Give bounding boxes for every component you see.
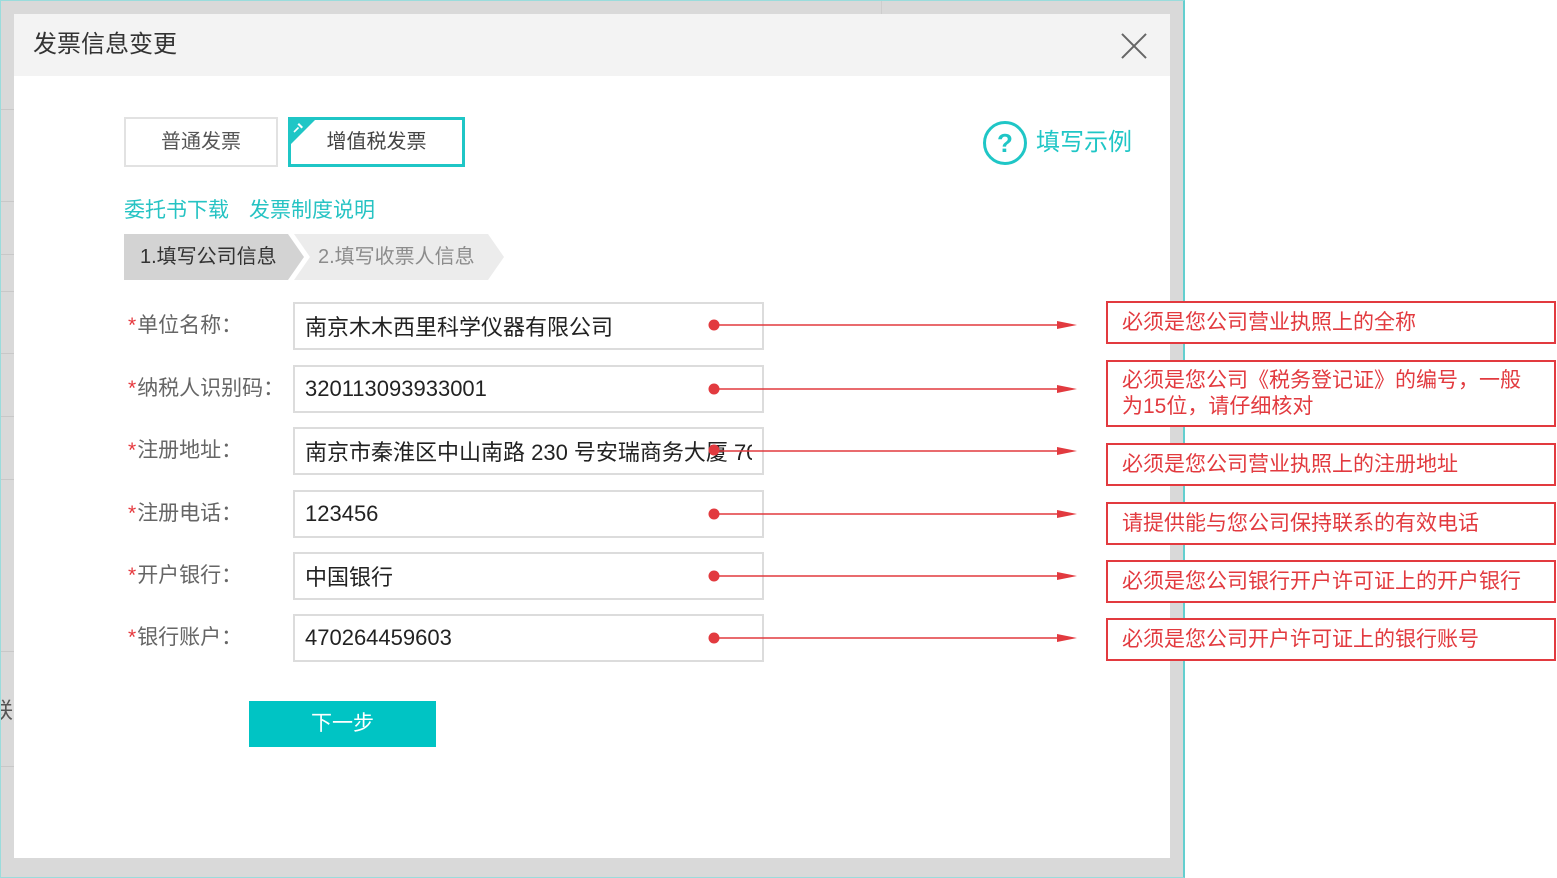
bank-account-input[interactable] (293, 614, 764, 662)
invoice-change-dialog: 发票信息变更 普通发票 增值税发票 ? 填写示例 委托书下载 发票制度说明 1.… (14, 14, 1170, 858)
invoice-policy-link[interactable]: 发票制度说明 (249, 198, 375, 224)
registered-address-input[interactable] (293, 427, 764, 475)
registered-phone-label: *注册电话： (128, 490, 242, 538)
dialog-title: 发票信息变更 (33, 31, 177, 58)
annotation-registered-address: 必须是您公司营业执照上的注册地址 (1106, 443, 1556, 486)
annotation-bank-account: 必须是您公司开户许可证上的银行账号 (1106, 618, 1556, 661)
background-divider (1, 479, 15, 480)
background-divider (1, 651, 15, 652)
fill-example-link[interactable]: 填写示例 (1036, 121, 1132, 165)
required-mark: * (128, 439, 137, 462)
background-divider (1, 353, 15, 354)
close-button[interactable] (1121, 33, 1147, 59)
bank-account-label: *银行账户： (128, 614, 242, 662)
background-divider (1, 201, 15, 202)
step-label: 2.填写收票人信息 (318, 246, 475, 268)
company-name-input[interactable] (293, 302, 764, 350)
registered-address-label: *注册地址： (128, 427, 242, 475)
annotation-text: 必须是您公司开户许可证上的银行账号 (1122, 628, 1479, 651)
required-mark: * (128, 502, 137, 525)
annotation-registered-phone: 请提供能与您公司保持联系的有效电话 (1106, 502, 1556, 545)
step-recipient-info: 2.填写收票人信息 (294, 234, 504, 280)
annotation-text: 为15位，请仔细核对 (1122, 395, 1314, 418)
question-circle-icon[interactable]: ? (983, 121, 1027, 165)
required-mark: * (128, 626, 137, 649)
background-divider (1, 416, 15, 417)
required-mark: * (128, 314, 137, 337)
company-name-label: *单位名称： (128, 302, 242, 350)
annotation-text: 必须是您公司营业执照上的注册地址 (1122, 453, 1458, 476)
pin-icon (293, 123, 303, 133)
bank-name-label: *开户银行： (128, 552, 242, 600)
background-divider (1, 766, 15, 767)
page: 联 发票信息变更 普通发票 增值税发票 ? 填写示例 委托书下载 发票制度说明 (0, 0, 1557, 878)
annotation-text: 必须是您公司营业执照上的全称 (1122, 311, 1416, 334)
annotation-text: 必须是您公司《税务登记证》的编号，一般 (1122, 369, 1521, 392)
field-label-text: 注册电话： (137, 502, 243, 525)
next-step-button[interactable]: 下一步 (249, 701, 436, 747)
required-mark: * (128, 564, 137, 587)
field-label-text: 纳税人识别码： (137, 377, 285, 400)
authorization-download-link[interactable]: 委托书下载 (124, 198, 229, 224)
annotation-bank-name: 必须是您公司银行开户许可证上的开户银行 (1106, 560, 1556, 603)
close-icon[interactable] (1121, 33, 1147, 59)
step-label: 1.填写公司信息 (140, 246, 277, 268)
taxpayer-id-input[interactable] (293, 365, 764, 413)
annotation-company-name: 必须是您公司营业执照上的全称 (1106, 301, 1556, 344)
tab-label: 普通发票 (161, 131, 241, 153)
field-label-text: 开户银行： (137, 564, 243, 587)
registered-phone-input[interactable] (293, 490, 764, 538)
dialog-header: 发票信息变更 (14, 14, 1170, 76)
background-partial-text: 联 (1, 698, 13, 724)
required-mark: * (128, 377, 137, 400)
tab-label: 增值税发票 (326, 131, 427, 153)
annotation-text: 必须是您公司银行开户许可证上的开户银行 (1122, 570, 1521, 593)
step-company-info: 1.填写公司信息 (124, 234, 304, 280)
field-label-text: 银行账户： (137, 626, 243, 649)
bank-name-input[interactable] (293, 552, 764, 600)
taxpayer-id-label: *纳税人识别码： (128, 365, 284, 413)
annotation-taxpayer-id: 必须是您公司《税务登记证》的编号，一般 为15位，请仔细核对 (1106, 360, 1556, 427)
background-divider (1, 254, 15, 255)
tab-vat-invoice[interactable]: 增值税发票 (288, 117, 465, 167)
background-divider (1, 291, 15, 292)
background-divider (881, 1, 882, 15)
tab-normal-invoice[interactable]: 普通发票 (124, 117, 278, 167)
annotation-text: 请提供能与您公司保持联系的有效电话 (1122, 512, 1479, 535)
field-label-text: 注册地址： (137, 439, 243, 462)
background-divider (1, 109, 15, 110)
field-label-text: 单位名称： (137, 314, 243, 337)
